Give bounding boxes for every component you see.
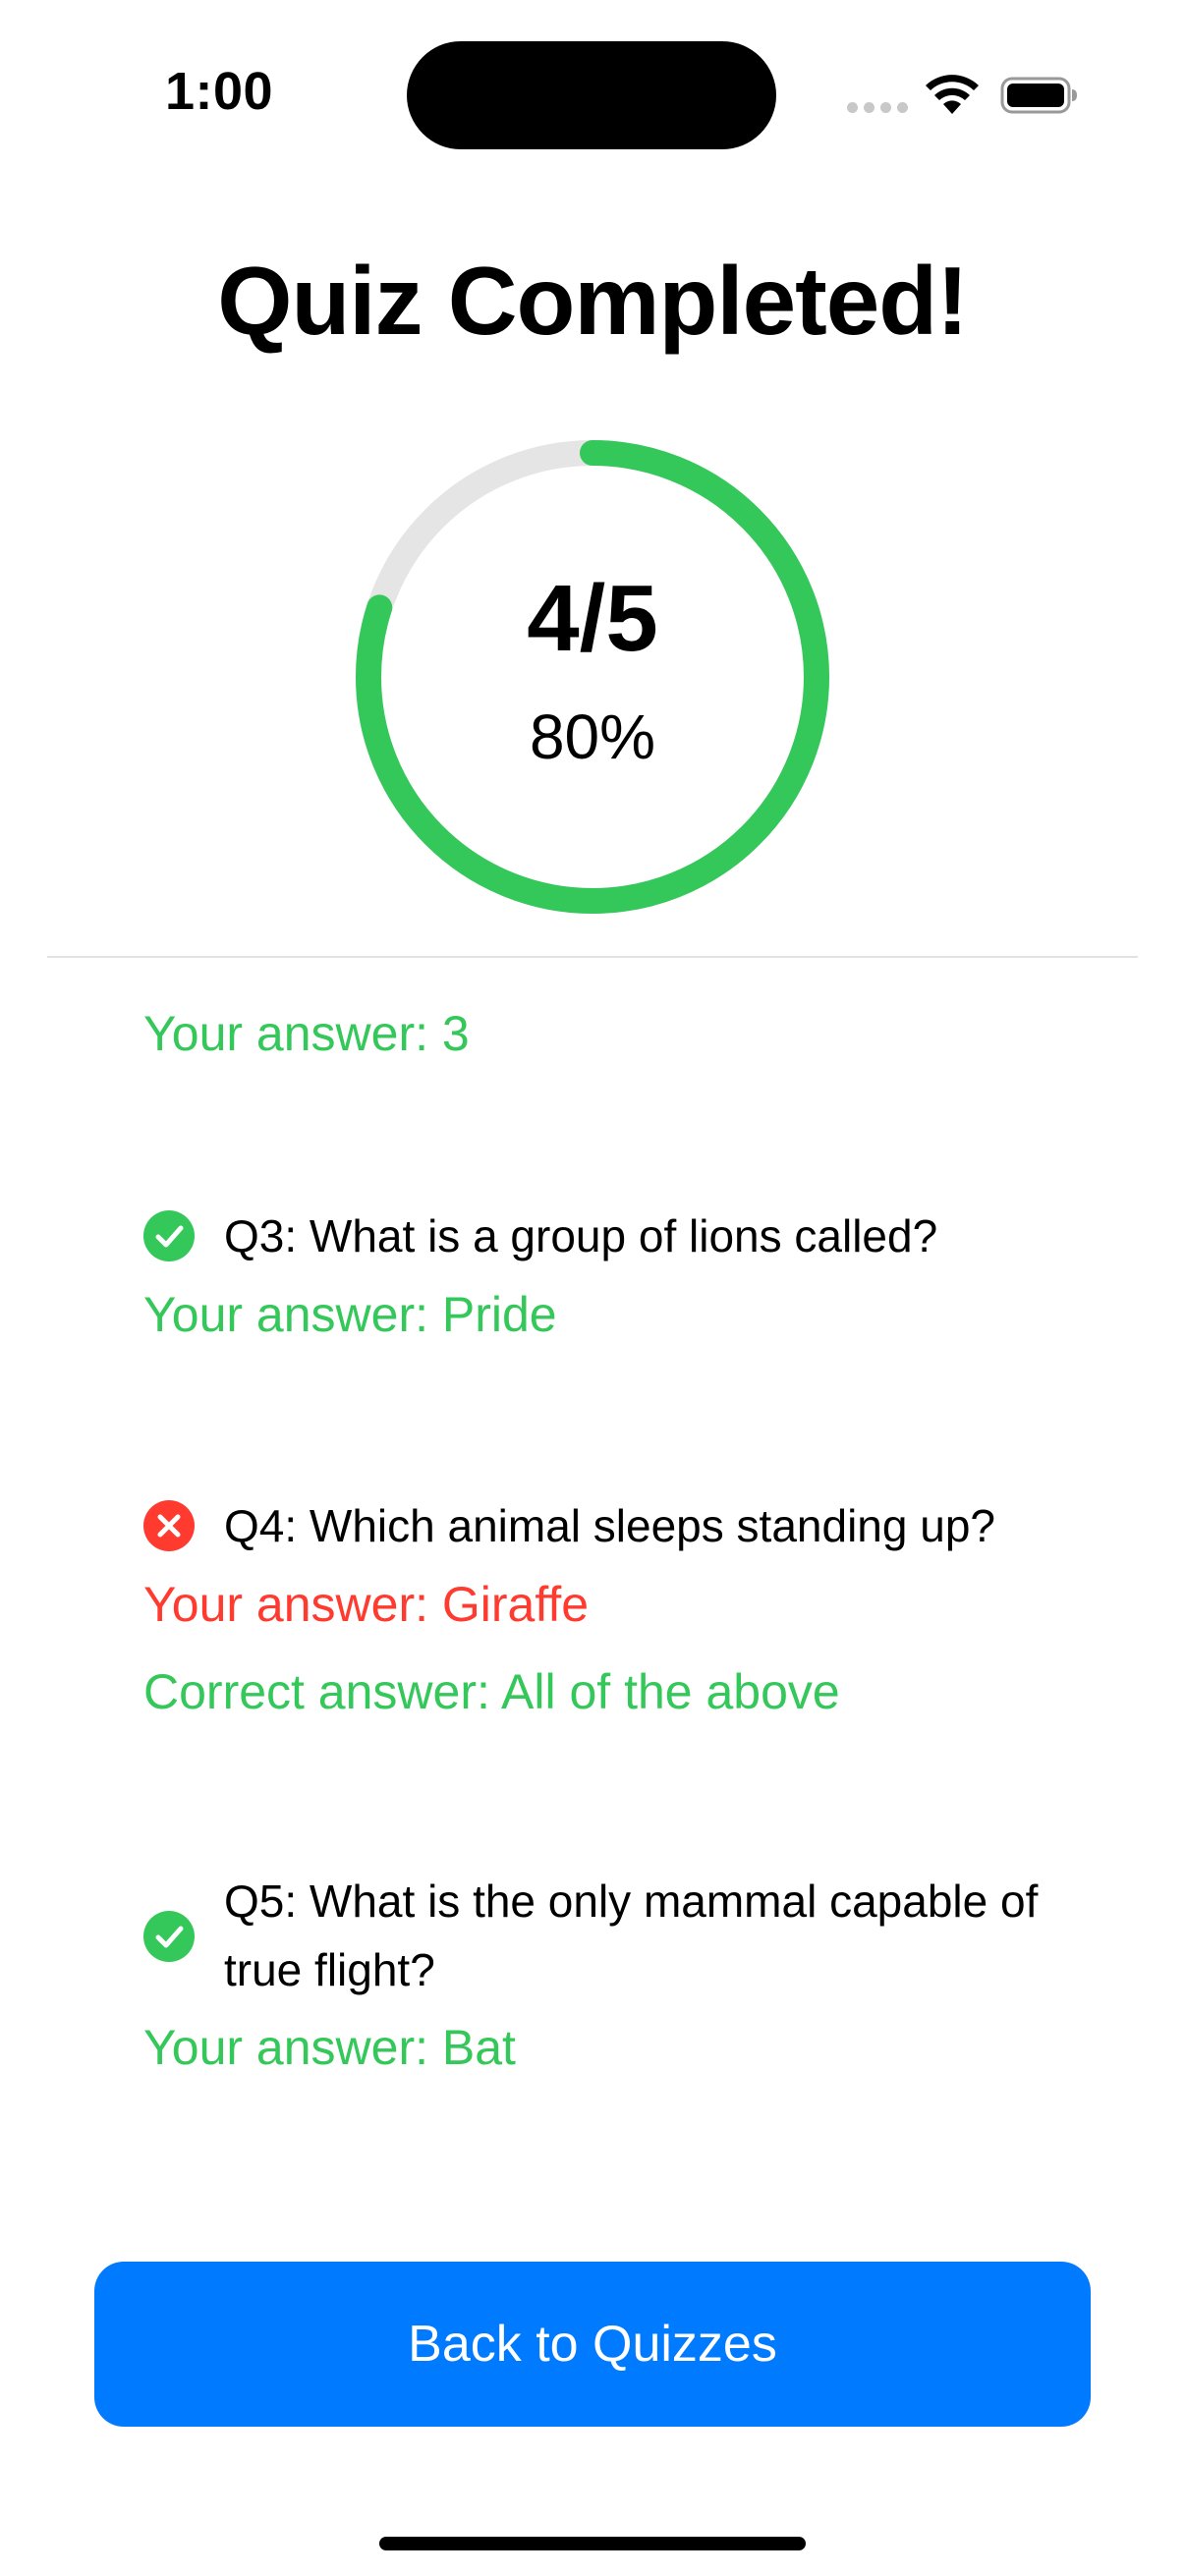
home-indicator[interactable]	[379, 2537, 806, 2550]
page-title: Quiz Completed!	[217, 247, 969, 355]
your-answer: Your answer: Pride	[143, 1287, 557, 1342]
checkmark-circle-icon	[143, 1911, 195, 1962]
question-text-line-2: true flight?	[224, 1944, 435, 1995]
results-list[interactable]: Your answer: 3 Q3: What is a group of li…	[0, 958, 1185, 2235]
x-circle-icon	[143, 1500, 195, 1551]
battery-icon	[1000, 77, 1077, 114]
checkmark-circle-icon	[143, 1210, 195, 1261]
your-answer: Your answer: Giraffe	[143, 1577, 590, 1632]
wifi-icon	[926, 75, 979, 114]
cellular-signal-icon	[847, 102, 908, 113]
previous-your-answer: Your answer: 3	[143, 1006, 470, 1061]
question-text-line-1: Q5: What is the only mammal capable of	[224, 1876, 1039, 1927]
status-time: 1:00	[165, 62, 274, 121]
dynamic-island	[407, 41, 776, 149]
back-to-quizzes-button[interactable]: Back to Quizzes	[94, 2262, 1091, 2427]
score-progress-ring	[356, 440, 829, 914]
question-text: Q3: What is a group of lions called?	[224, 1210, 938, 1261]
quiz-results-screen: 1:00 Quiz Completed! 4/5 80% Your answer…	[0, 0, 1185, 2576]
question-text: Q4: Which animal sleeps standing up?	[224, 1500, 995, 1551]
correct-answer: Correct answer: All of the above	[143, 1664, 840, 1719]
score-percent: 80%	[529, 701, 656, 772]
score-fraction: 4/5	[527, 566, 658, 671]
your-answer: Your answer: Bat	[143, 2020, 516, 2075]
